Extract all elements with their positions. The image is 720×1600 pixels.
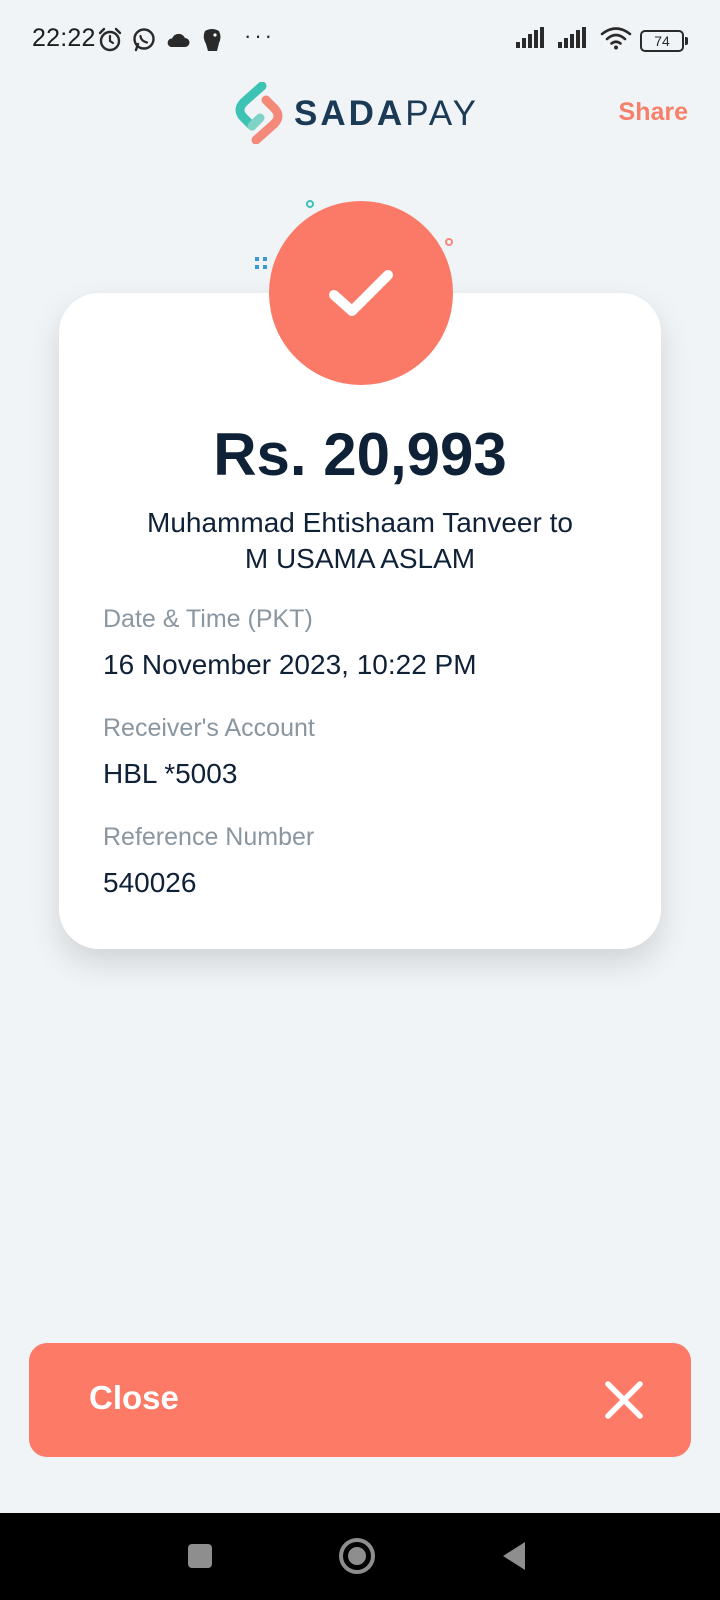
system-navigation-bar [0, 1513, 720, 1600]
signal-icon [558, 27, 592, 54]
home-button[interactable] [335, 1534, 379, 1578]
lion-icon [198, 26, 226, 54]
back-icon [503, 1542, 525, 1570]
app-header: SADAPAY Share [0, 80, 720, 150]
success-badge [269, 201, 453, 385]
date-time-label: Date & Time (PKT) [103, 605, 313, 633]
date-time-value: 16 November 2023, 10:22 PM [103, 649, 477, 680]
reference-number-label: Reference Number [103, 823, 315, 851]
recents-button[interactable] [178, 1534, 222, 1578]
home-icon [339, 1538, 375, 1574]
transfer-parties: Muhammad Ehtishaam Tanveer to M USAMA AS… [59, 505, 661, 577]
confetti-coral-icon [445, 238, 453, 246]
cloud-icon [164, 26, 192, 54]
back-button[interactable] [492, 1534, 536, 1578]
sadapay-logo: SADAPAY [232, 82, 479, 144]
sadapay-logo-icon [235, 82, 283, 144]
brand-name: SADAPAY [294, 93, 480, 133]
share-button[interactable]: Share [619, 98, 688, 127]
status-time: 22:22 [32, 24, 96, 52]
receipt-card: Rs. 20,993 Muhammad Ehtishaam Tanveer to… [59, 293, 661, 949]
alarm-icon [96, 26, 124, 54]
wifi-icon [600, 26, 632, 55]
confetti-blue-icon [255, 257, 267, 269]
status-system-icons: 74 [516, 26, 688, 55]
more-notifications: ··· [244, 23, 275, 48]
whatsapp-icon [130, 26, 158, 54]
receiver-account-label: Receiver's Account [103, 714, 315, 742]
confetti-teal-icon [306, 200, 314, 208]
battery-level: 74 [654, 32, 670, 49]
checkmark-icon [329, 270, 393, 316]
close-button[interactable]: Close [29, 1343, 691, 1457]
signal-icon [516, 27, 550, 54]
close-button-label: Close [89, 1379, 179, 1416]
battery-icon: 74 [640, 29, 688, 52]
to-connector: to [549, 507, 573, 538]
receiver-account-value: HBL *5003 [103, 758, 238, 789]
transfer-amount: Rs. 20,993 [213, 421, 507, 488]
reference-number-value: 540026 [103, 867, 197, 898]
sender-name: Muhammad Ehtishaam Tanveer [147, 507, 542, 538]
close-icon [605, 1381, 643, 1419]
recents-icon [188, 1544, 212, 1568]
status-bar: 22:22 ··· 74 [0, 0, 720, 80]
receiver-name: M USAMA ASLAM [244, 543, 476, 574]
status-notification-icons: ··· [96, 23, 275, 54]
